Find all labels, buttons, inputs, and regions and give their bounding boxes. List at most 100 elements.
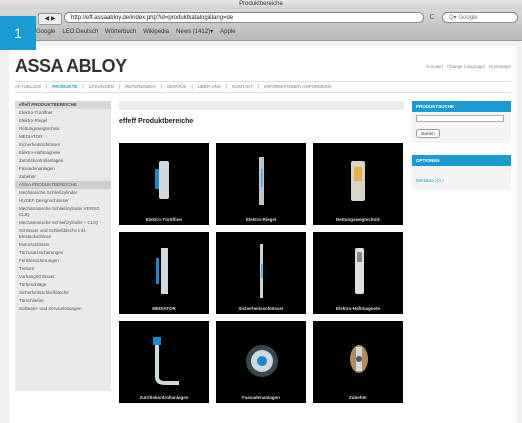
main-navigation: AKTUELLES | PRODUKTE | LÖSUNGEN | REFERENZEN | S…	[15, 81, 511, 93]
bookmark-wikipedia[interactable]: Wikipedia	[143, 29, 169, 35]
options-box: Merkliste (0) »	[412, 166, 511, 190]
product-search-heading: PRODUKTSUCHE	[412, 101, 511, 112]
electric-bolt-icon	[216, 147, 306, 222]
bookmark-google[interactable]: Google	[36, 29, 55, 35]
door-opener-icon	[119, 147, 209, 222]
sidebar-item[interactable]: Elektro-Haftmagnete	[15, 149, 111, 157]
nav-separator: |	[225, 84, 228, 89]
product-tile[interactable]: MEDIATOR	[119, 232, 209, 314]
product-tile[interactable]: Fassadenanlagen	[216, 321, 306, 403]
product-tile[interactable]: Sicherheitsschlösser	[216, 232, 306, 314]
sidebar-item[interactable]: Motorschlösser	[15, 241, 111, 249]
nav-item-4[interactable]: SERVICE	[167, 84, 187, 89]
sidebar-item[interactable]: ASSA PRODUKTBEREICHE	[15, 181, 111, 189]
sidebar-item[interactable]: Fenstersicherungen	[15, 257, 111, 265]
top-link-kontakt[interactable]: Kontakt	[426, 64, 441, 69]
sidebar-item[interactable]: Zubehör	[15, 173, 111, 181]
nav-item-7[interactable]: INFORMATIONEN ANFORDERN	[264, 84, 331, 89]
sidebar-item[interactable]: MEDIATOR	[15, 133, 111, 141]
product-tile[interactable]: Zutrittskontrollanlagen	[119, 321, 209, 403]
top-link-language[interactable]: Change Language	[447, 64, 484, 69]
nav-item-5[interactable]: ÜBER UNS	[198, 84, 221, 89]
site-logo[interactable]: ASSA ABLOY	[15, 56, 127, 77]
browser-search-input[interactable]: Q▾ Google	[442, 12, 518, 23]
product-tile-caption[interactable]: Elektro-Haftmagnete	[313, 306, 403, 311]
sidebar-item[interactable]: Elektro-Riegel	[15, 117, 111, 125]
step-number-badge: 1	[0, 16, 36, 50]
accessory-icon	[313, 325, 403, 400]
nav-item-6[interactable]: KONTAKT	[232, 84, 253, 89]
back-forward-buttons[interactable]: ◀ ▶	[38, 13, 62, 25]
browser-window: Produktbereiche ◀ ▶ http://eff.assaabloy…	[0, 0, 522, 423]
nav-separator: |	[257, 84, 260, 89]
holding-magnet-icon	[313, 236, 403, 311]
sidebar-item[interactable]: Sicherheitsschließbleche	[15, 289, 111, 297]
sidebar: effeff PRODUKTBEREICHE Elektro-Türöffner E…	[15, 101, 111, 391]
product-tile[interactable]: Elektro-Riegel	[216, 143, 306, 225]
product-tile[interactable]: Zubehör	[313, 321, 403, 403]
bookmark-apple[interactable]: Apple	[220, 29, 235, 35]
sidebar-item[interactable]: HUDEF Designschlösser	[15, 197, 111, 205]
address-bar[interactable]: http://eff.assaabloy.de/index.php?id=pro…	[64, 12, 424, 23]
sidebar-item[interactable]: Mechatronische Schließzylinder – CLIQ	[15, 219, 111, 227]
sidebar-item[interactable]: Vorhangschlösser	[15, 273, 111, 281]
sidebar-item: effeff PRODUKTBEREICHE	[15, 101, 111, 109]
main-content: effeff Produktbereiche Elektro-Türöffner…	[119, 101, 404, 416]
sidebar-item[interactable]: Schlösser und Schließbleche inkl. Einste…	[15, 227, 111, 241]
window-title: Produktbereiche	[0, 0, 522, 9]
sidebar-item[interactable]: Mechatronische Schließzylinder VERSO CLI…	[15, 205, 111, 219]
nav-separator: |	[191, 84, 193, 89]
page-title: effeff Produktbereiche	[119, 118, 194, 125]
product-tile-caption[interactable]: Zubehör	[313, 395, 403, 400]
product-tile-caption[interactable]: Elektro-Türöffner	[119, 217, 209, 222]
door-handle-icon	[119, 325, 209, 400]
sidebar-item[interactable]: Tresore	[15, 265, 111, 273]
product-tile[interactable]: Rettungswegtechnik	[313, 143, 403, 225]
nav-item-2[interactable]: LÖSUNGEN	[89, 84, 114, 89]
sidebar-item[interactable]: Türschließer	[15, 297, 111, 305]
sidebar-item[interactable]: Rettungswegtechnik	[15, 125, 111, 133]
product-tile-caption[interactable]: MEDIATOR	[119, 306, 209, 311]
product-tile[interactable]: Elektro-Haftmagnete	[313, 232, 403, 314]
security-lock-icon	[216, 236, 306, 311]
reload-icon[interactable]: C	[426, 13, 438, 23]
nav-separator: |	[160, 84, 162, 89]
bookmark-woerterbuch[interactable]: Wörterbuch	[105, 29, 136, 35]
sidebar-item[interactable]: Fassadenanlagen	[15, 165, 111, 173]
bookmark-leo[interactable]: LEO Deutsch	[62, 29, 98, 35]
nav-separator: |	[118, 84, 121, 89]
search-start-button[interactable]: starten	[416, 129, 440, 138]
nav-separator: |	[82, 84, 84, 89]
bookmark-news[interactable]: News (1412)▾	[176, 29, 213, 35]
sidebar-item[interactable]: Mechanische Schließzylinder	[15, 189, 111, 197]
product-tile-caption[interactable]: Fassadenanlagen	[216, 395, 306, 400]
product-tile-caption[interactable]: Sicherheitsschlösser	[216, 306, 306, 311]
sidebar-item[interactable]: Software- und Servicelösungen	[15, 305, 111, 313]
round-knob-icon	[216, 325, 306, 400]
product-tile-caption[interactable]: Rettungswegtechnik	[313, 217, 403, 222]
product-tile-caption[interactable]: Zutrittskontrollanlagen	[119, 395, 209, 400]
breadcrumb-bar	[119, 101, 404, 110]
sidebar-item[interactable]: Türbeschläge	[15, 281, 111, 289]
sidebar-item[interactable]: Sicherheitsschlösser	[15, 141, 111, 149]
escape-route-icon	[313, 147, 403, 222]
nav-item-0[interactable]: AKTUELLES	[15, 84, 41, 89]
sidebar-item[interactable]: Zutrittskontrollanlagen	[15, 157, 111, 165]
top-links: Kontakt| Change Language| Homepage	[426, 64, 511, 69]
product-search-box: starten	[412, 112, 511, 143]
sidebar-item[interactable]: Elektro-Türöffner	[15, 109, 111, 117]
product-tile-caption[interactable]: Elektro-Riegel	[216, 217, 306, 222]
browser-toolbar: ◀ ▶ http://eff.assaabloy.de/index.php?id…	[0, 9, 522, 41]
nav-item-1[interactable]: PRODUKTE	[52, 84, 77, 89]
bookmarks-bar: Google LEO Deutsch Wörterbuch Wikipedia News…	[36, 28, 242, 37]
sidebar-item[interactable]: Türzusatzsicherungen	[15, 249, 111, 257]
site-container: ASSA ABLOY Kontakt| Change Language| Homep…	[9, 46, 517, 423]
top-link-homepage[interactable]: Homepage	[489, 64, 511, 69]
watchlist-link[interactable]: Merkliste (0) »	[416, 178, 445, 183]
nav-item-3[interactable]: REFERENZEN	[125, 84, 156, 89]
options-heading: OPTIONEN	[412, 155, 511, 166]
right-column: PRODUKTSUCHE starten OPTIONEN Merkliste …	[412, 101, 511, 190]
product-search-input[interactable]	[416, 115, 504, 122]
product-tile[interactable]: Elektro-Türöffner	[119, 143, 209, 225]
nav-separator: |	[46, 84, 48, 89]
